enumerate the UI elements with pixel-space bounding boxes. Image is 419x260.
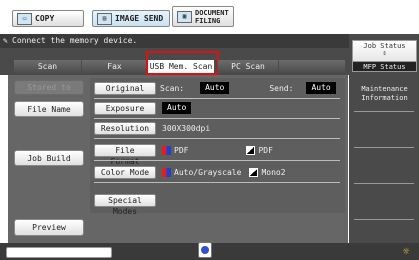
document-filing-label-1: DOCUMENT [195, 8, 229, 17]
mfp-status-button[interactable]: MFP Status [352, 61, 417, 72]
file-format-button[interactable]: File Format [94, 143, 156, 166]
maintenance-info-button[interactable]: Maintenance Information [352, 79, 417, 107]
right-divider [354, 183, 414, 184]
copy-label: COPY [35, 14, 55, 23]
exposure-row: Exposure Auto [94, 101, 340, 115]
color-mode-mono-value: Mono2 [261, 167, 286, 177]
resolution-button[interactable]: Resolution [94, 121, 156, 135]
tab-fax[interactable]: Fax [82, 60, 147, 73]
stored-to-button[interactable]: Stored to [14, 80, 84, 95]
original-row: Original Scan: Auto Send: Auto [94, 81, 340, 95]
resolution-value: 300X300dpi [162, 123, 211, 133]
scan-value: Auto [200, 82, 230, 94]
right-divider [354, 147, 414, 148]
right-divider [354, 219, 414, 220]
bottom-left-button[interactable] [6, 247, 112, 258]
tab-highlight-box [146, 51, 219, 75]
exposure-button[interactable]: Exposure [94, 101, 156, 115]
document-filing-label-2: FILING [195, 16, 221, 25]
tab-blank [279, 60, 345, 73]
preview-button[interactable]: Preview [14, 219, 84, 236]
exposure-value: Auto [162, 102, 192, 114]
maintenance-label-2: Information [361, 94, 408, 102]
energy-save-icon[interactable]: ☼ [396, 245, 416, 258]
send-value: Auto [306, 82, 336, 94]
job-status-button[interactable]: Job Status ⇕ [352, 40, 417, 62]
resolution-row: Resolution 300X300dpi [94, 121, 340, 135]
scan-label: Scan: [160, 83, 185, 93]
image-send-mode-button[interactable]: ▤ IMAGE SEND [92, 10, 170, 27]
color-icon [162, 167, 171, 177]
color-icon [162, 145, 171, 155]
file-format-row: File Format PDF PDF [94, 143, 340, 166]
color-mode-color-value: Auto/Grayscale [174, 167, 242, 177]
send-label: Send: [269, 83, 294, 93]
document-filing-mode-button[interactable]: ▦ DOCUMENT FILING [172, 6, 234, 27]
right-divider [354, 111, 414, 112]
divider [94, 98, 340, 99]
mono-icon [246, 145, 256, 155]
special-modes-button[interactable]: Special Modes [94, 194, 156, 216]
pen-icon: ✎ [3, 36, 8, 45]
color-mode-button[interactable]: Color Mode [94, 165, 156, 179]
color-mode-row: Color Mode Auto/Grayscale Mono2 [94, 165, 340, 179]
image-send-icon: ▤ [97, 12, 112, 25]
original-button[interactable]: Original [94, 81, 156, 95]
mfp-status-label: MFP Status [363, 63, 406, 71]
file-name-button[interactable]: File Name [14, 101, 84, 117]
divider [94, 160, 340, 161]
machine-icon [198, 242, 212, 258]
copy-mode-button[interactable]: ▭ COPY [12, 10, 84, 27]
maintenance-label-1: Maintenance [361, 85, 408, 93]
file-format-mono-value: PDF [258, 145, 273, 155]
file-format-color-value: PDF [174, 145, 189, 155]
tab-scan[interactable]: Scan [14, 60, 81, 73]
copy-icon: ▭ [17, 12, 32, 25]
divider [94, 118, 340, 119]
mono-icon [249, 167, 259, 177]
job-build-button[interactable]: Job Build [14, 150, 84, 166]
image-send-label: IMAGE SEND [115, 14, 164, 23]
status-message: Connect the memory device. [12, 36, 138, 45]
divider [94, 138, 340, 139]
document-filing-icon: ▦ [177, 10, 192, 23]
swap-arrows-icon: ⇕ [382, 49, 387, 57]
divider [94, 182, 340, 183]
tab-pc-scan[interactable]: PC Scan [218, 60, 278, 73]
